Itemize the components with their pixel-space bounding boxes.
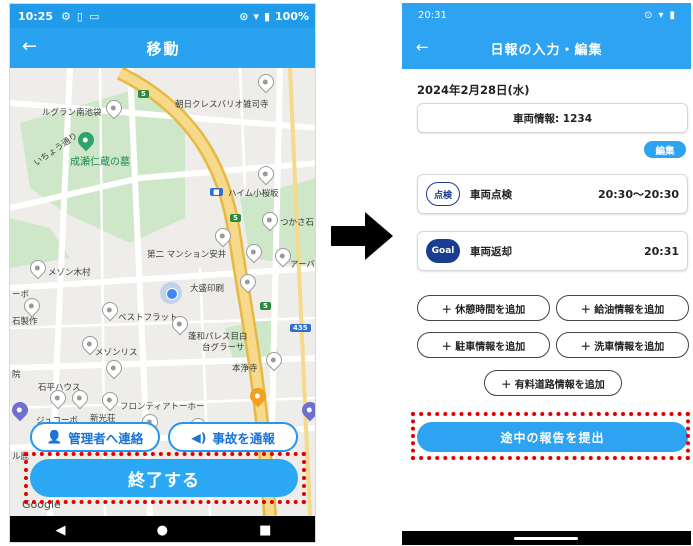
map-label: フロンティアトーホー	[120, 402, 205, 412]
map-label: 成瀬仁蔵の墓	[70, 157, 130, 168]
route-shield-icon: 435	[290, 324, 311, 332]
status-right: ⊙ ▾ ▮	[644, 10, 675, 21]
goal-badge: Goal	[426, 239, 460, 263]
route-shield-icon: 5	[138, 90, 149, 98]
map-label: ルグラン南池袋	[42, 108, 102, 118]
sim-icon: ▯	[76, 9, 83, 23]
task-name: 車両返却	[470, 245, 512, 258]
system-nav-bar	[402, 531, 691, 545]
back-arrow-icon[interactable]: ←	[22, 36, 37, 57]
status-time: 10:25	[18, 9, 54, 23]
add-carwash-button[interactable]: ＋ 洗車情報を追加	[556, 332, 689, 358]
task-card-inspection[interactable]: 点検 車両点検 20:30〜20:30	[417, 174, 688, 214]
bus-stop-icon: ■	[210, 188, 223, 196]
status-time: 20:31	[418, 9, 447, 21]
map-label: ベストフラット	[118, 313, 178, 323]
back-arrow-icon[interactable]: ←	[416, 38, 429, 56]
route-shield-icon: 5	[230, 214, 241, 222]
map-label: 本浄寺	[232, 364, 258, 374]
map-label: メゾンリス	[95, 348, 138, 358]
battery-percent: 100%	[275, 9, 309, 23]
add-toll-road-button[interactable]: ＋ 有料道路情報を追加	[484, 370, 622, 396]
add-parking-button[interactable]: ＋ 駐車情報を追加	[417, 332, 550, 358]
wifi-icon: ▾	[658, 9, 664, 21]
flow-arrow-icon	[331, 212, 393, 260]
map-label: アーバ	[290, 260, 315, 270]
gear-icon: ⚙	[61, 9, 71, 23]
task-card-return[interactable]: Goal 車両返却 20:31	[417, 231, 688, 271]
map-label: 台グラーサ	[202, 343, 245, 353]
vehicle-info-label: 車両情報: 1234	[512, 112, 593, 125]
route-shield-icon: 5	[260, 302, 271, 310]
highlight-box	[411, 412, 690, 460]
screenshot-stage: 10:25 ⚙ ▯ ▭ ⊙ ▾ ▮ 100% ← 移動 ルグラン南池袋 朝日クレ…	[0, 0, 693, 546]
contact-manager-label: 管理者へ連絡	[68, 430, 144, 446]
inspection-badge: 点検	[426, 182, 460, 206]
page-title: 日報の入力・編集	[490, 42, 603, 58]
location-icon: ⊙	[644, 9, 653, 21]
battery-icon: ▮	[669, 9, 675, 21]
home-gesture-bar[interactable]	[514, 537, 578, 540]
page-title: 移動	[146, 39, 181, 58]
contact-manager-button[interactable]: 👤 管理者へ連絡	[30, 422, 160, 452]
map-label: メゾン木村	[48, 268, 91, 278]
nav-home-icon[interactable]: ●	[157, 523, 168, 538]
task-time: 20:30〜20:30	[597, 188, 679, 201]
wifi-icon: ▾	[253, 9, 259, 23]
add-fuel-button[interactable]: ＋ 給油情報を追加	[556, 295, 689, 321]
map-label: 朝日クレスバリオ雑司寺	[175, 100, 269, 110]
map-label: 大盛印刷	[190, 284, 225, 294]
map-label: ハイム小桜坂	[228, 189, 279, 199]
nav-back-icon[interactable]: ◀	[56, 523, 66, 538]
speaker-icon: ◀)	[191, 429, 207, 445]
current-location-icon	[160, 282, 182, 304]
edit-button[interactable]: 編集	[644, 141, 686, 158]
person-icon: 👤	[46, 429, 63, 444]
map-label: 石製作	[12, 317, 38, 327]
report-accident-label: 事故を通報	[212, 430, 275, 446]
map-label: 第二 マンション安井	[147, 250, 227, 260]
task-time: 20:31	[643, 244, 679, 258]
status-icons: ⚙ ▯ ▭	[61, 10, 99, 23]
map-label: ーボ	[12, 290, 30, 300]
status-right: ⊙ ▾ ▮ 100%	[239, 10, 309, 23]
left-status-bar: 10:25 ⚙ ▯ ▭ ⊙ ▾ ▮ 100%	[10, 4, 315, 28]
left-phone-screen: 10:25 ⚙ ▯ ▭ ⊙ ▾ ▮ 100% ← 移動 ルグラン南池袋 朝日クレ…	[9, 3, 316, 543]
map-label: 院	[12, 370, 21, 380]
right-status-bar: 20:31 ⊙ ▾ ▮	[402, 3, 691, 27]
right-app-header: ← 日報の入力・編集	[402, 27, 691, 69]
report-date: 2024年2月28日(水)	[417, 83, 530, 97]
report-accident-button[interactable]: ◀) 事故を通報	[168, 422, 298, 452]
vehicle-info-card[interactable]: 車両情報: 1234	[417, 103, 688, 133]
add-break-button[interactable]: ＋ 休憩時間を追加	[417, 295, 550, 321]
task-name: 車両点検	[470, 188, 512, 201]
right-phone-screen: 20:31 ⊙ ▾ ▮ ← 日報の入力・編集 2024年2月28日(水) 車両情…	[402, 3, 691, 545]
nav-recent-icon[interactable]: ■	[259, 523, 271, 538]
map-label: つかさ石	[280, 218, 315, 228]
left-app-header: ← 移動	[10, 28, 315, 68]
battery-icon: ▮	[263, 9, 271, 23]
message-icon: ▭	[88, 9, 100, 23]
highlight-box	[24, 452, 306, 504]
location-icon: ⊙	[239, 9, 249, 23]
system-nav-bar: ◀ ● ■	[10, 516, 315, 542]
